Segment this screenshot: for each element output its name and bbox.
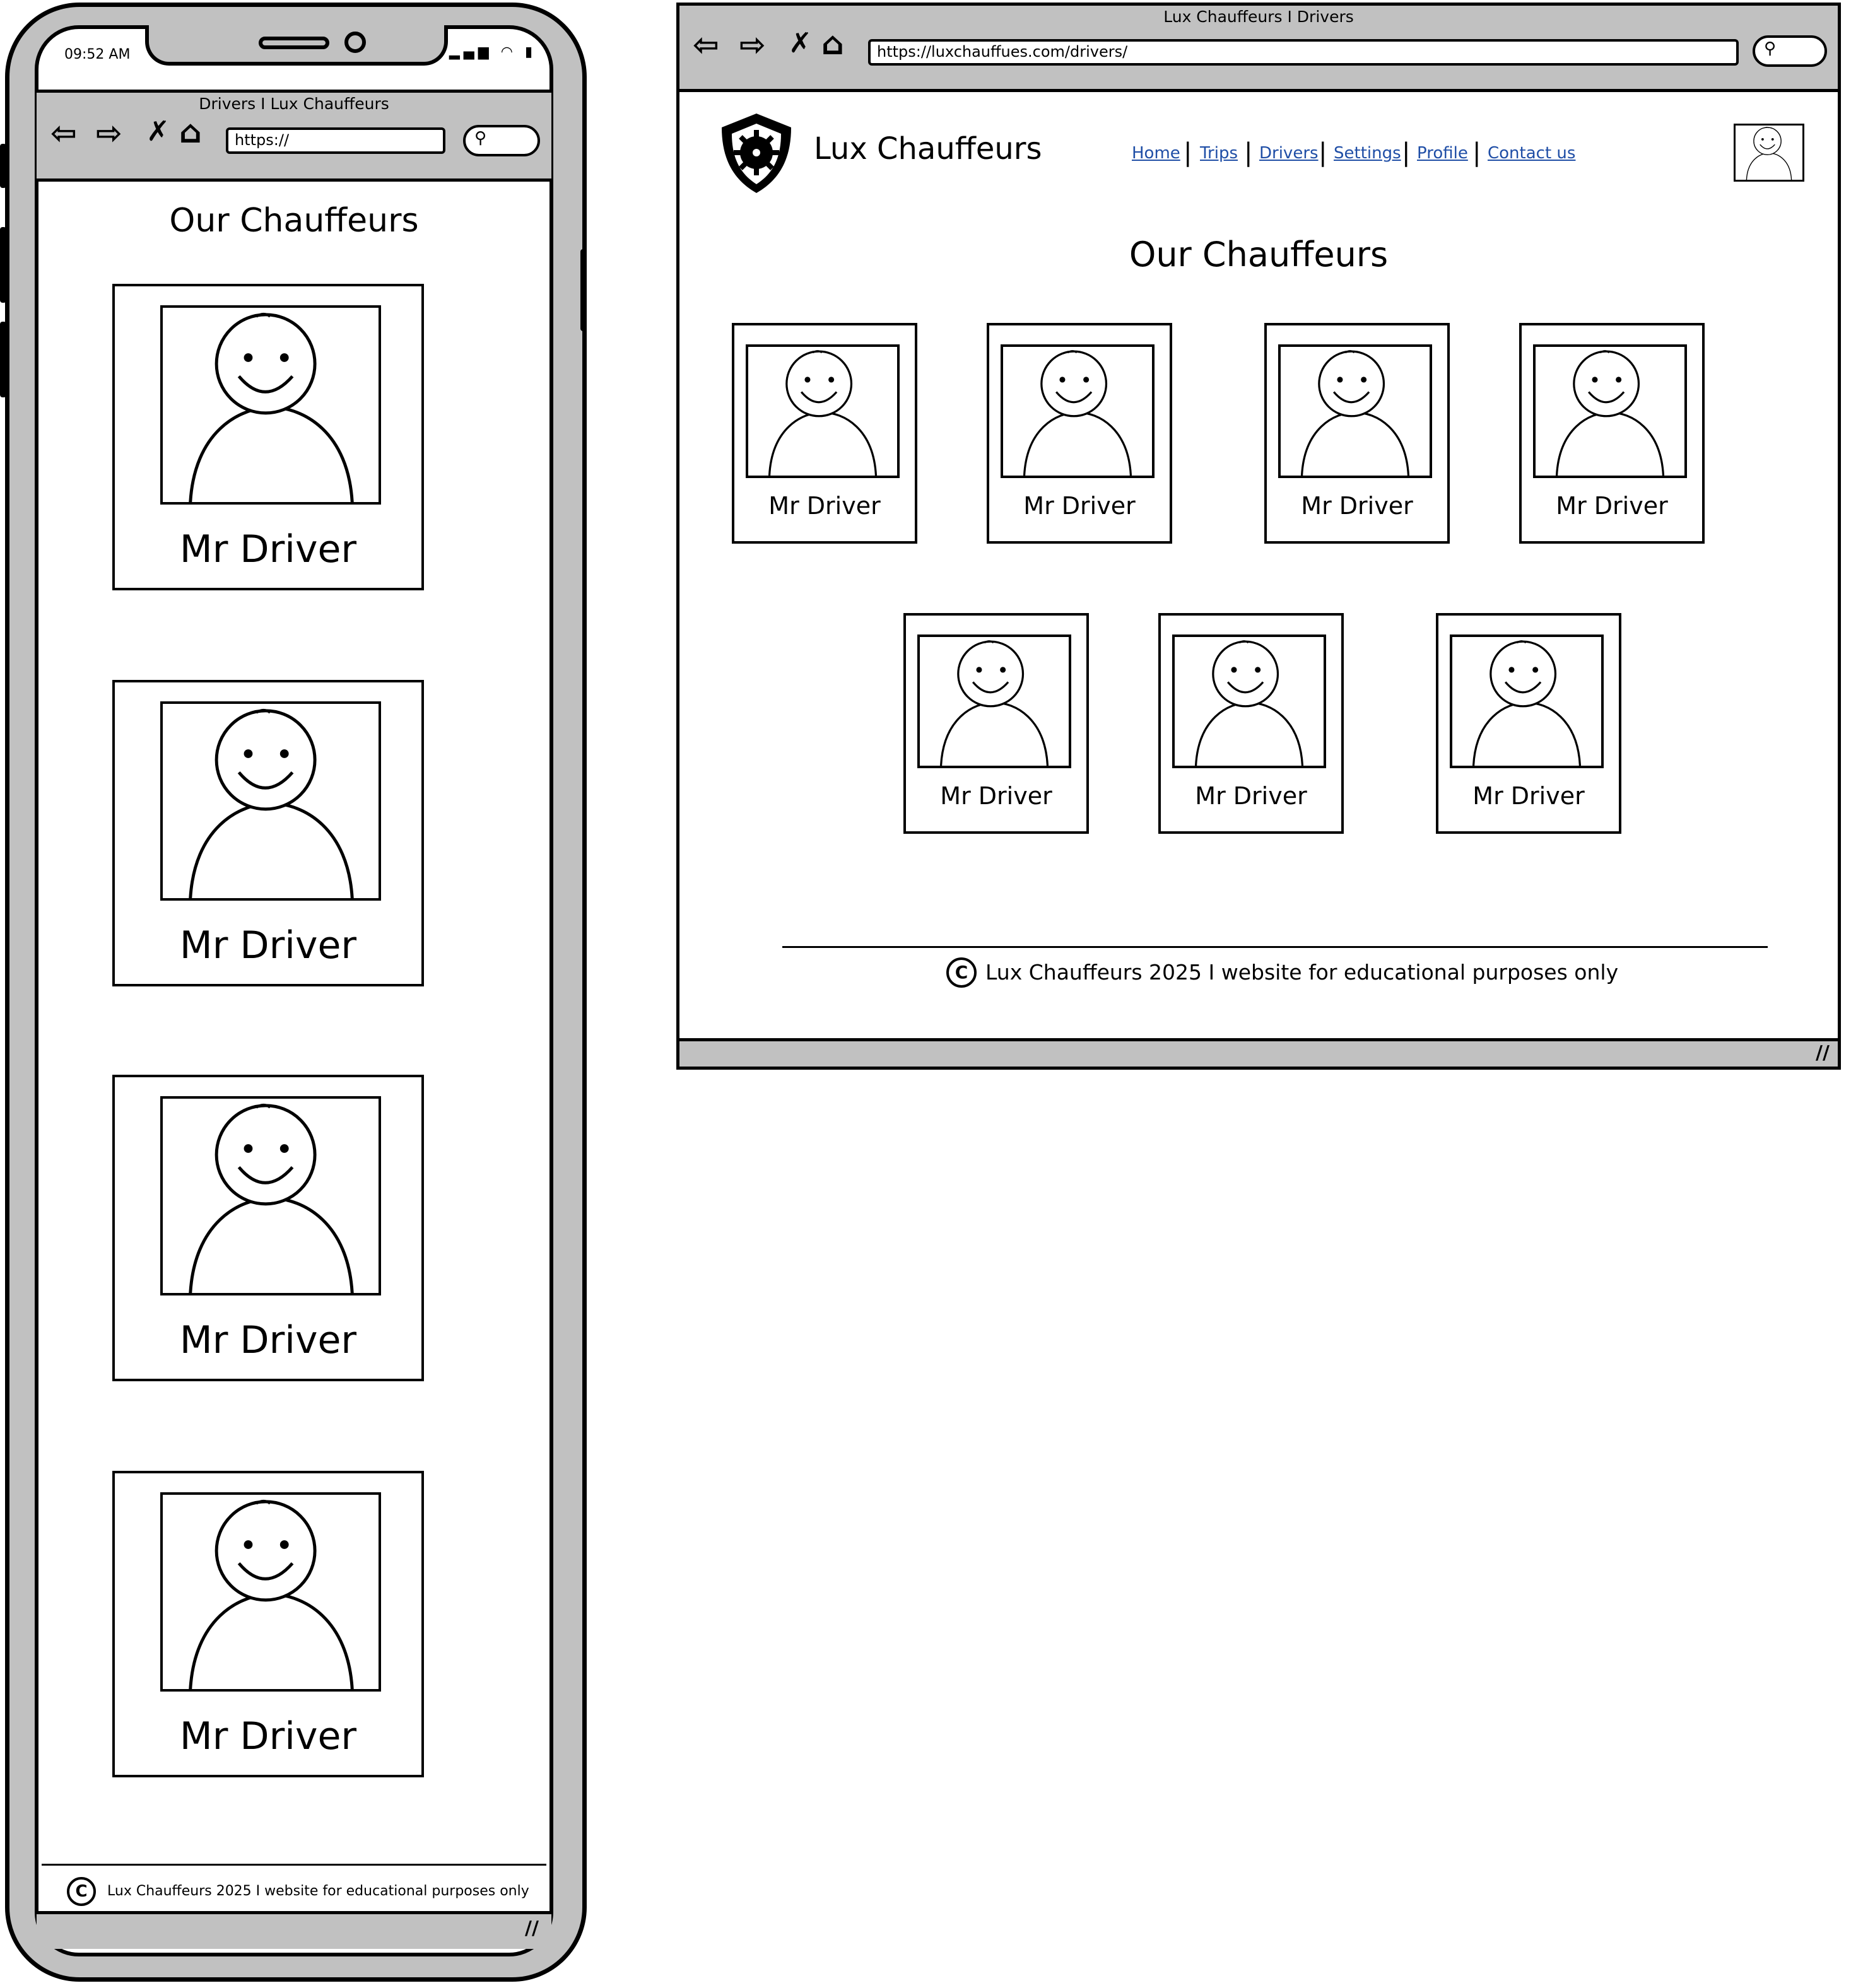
avatar-icon (920, 637, 1069, 766)
nav-separator: | (1402, 138, 1411, 167)
desktop-browser-status-bar (676, 1038, 1841, 1070)
nav-link-settings[interactable]: Settings (1334, 144, 1401, 163)
driver-name: Mr Driver (1195, 782, 1307, 810)
stop-icon[interactable]: ✗ (146, 116, 170, 148)
resize-grip-icon[interactable]: ∕∕ (525, 1917, 539, 1939)
footer-divider (782, 946, 1768, 948)
driver-photo (160, 1492, 381, 1692)
nav-separator: | (1184, 138, 1192, 167)
home-icon[interactable]: ⌂ (821, 28, 844, 59)
driver-photo (1172, 634, 1326, 768)
driver-card[interactable]: Mr Driver (112, 1075, 424, 1381)
driver-name: Mr Driver (179, 1714, 357, 1758)
driver-card[interactable]: Mr Driver (112, 284, 424, 590)
driver-card[interactable]: Mr Driver (1158, 613, 1344, 834)
nav-separator: | (1319, 138, 1327, 167)
driver-card[interactable]: Mr Driver (732, 323, 917, 544)
phone-speaker (259, 37, 329, 49)
driver-name: Mr Driver (179, 923, 357, 968)
status-bar-icons: ▂▄▆ ◠ ▮ (449, 44, 537, 60)
nav-link-home[interactable]: Home (1132, 144, 1180, 163)
driver-card[interactable]: Mr Driver (112, 1471, 424, 1777)
avatar-icon (163, 308, 380, 503)
driver-card[interactable]: Mr Driver (903, 613, 1089, 834)
driver-name: Mr Driver (1556, 492, 1668, 520)
home-icon[interactable]: ⌂ (179, 116, 202, 148)
driver-name: Mr Driver (1023, 492, 1136, 520)
avatar-icon (1452, 637, 1601, 766)
driver-name: Mr Driver (768, 492, 881, 520)
driver-card[interactable]: Mr Driver (1519, 323, 1705, 544)
avatar-icon (1175, 637, 1324, 766)
resize-grip-icon[interactable]: ∕∕ (1816, 1042, 1830, 1064)
phone-mute-switch (0, 144, 6, 188)
driver-name: Mr Driver (1301, 492, 1413, 520)
search-icon: ⚲ (474, 129, 487, 148)
forward-arrow-icon[interactable]: ⇨ (96, 117, 122, 149)
user-avatar[interactable] (1734, 124, 1804, 182)
driver-photo (160, 701, 381, 901)
nav-link-trips[interactable]: Trips (1200, 144, 1238, 163)
driver-photo (160, 305, 381, 505)
avatar-icon (163, 1099, 380, 1294)
driver-photo (1533, 344, 1687, 478)
avatar-icon (163, 704, 380, 899)
mobile-browser-status-bar (37, 1911, 551, 1949)
driver-name: Mr Driver (179, 1318, 357, 1362)
driver-name: Mr Driver (1472, 782, 1585, 810)
avatar-icon (1281, 347, 1430, 476)
driver-photo (1001, 344, 1155, 478)
nav-link-contact-us[interactable]: Contact us (1488, 144, 1575, 163)
search-icon: ⚲ (1764, 39, 1777, 58)
avatar-icon (1003, 347, 1152, 476)
back-arrow-icon[interactable]: ⇦ (693, 29, 719, 61)
mobile-address-bar[interactable]: https:// (226, 127, 445, 154)
driver-photo (1278, 344, 1432, 478)
phone-power-button (580, 249, 587, 331)
desktop-search-box[interactable]: ⚲ (1753, 35, 1827, 67)
avatar-icon (163, 1495, 380, 1690)
mobile-browser-tab-title: Drivers I Lux Chauffeurs (199, 95, 389, 113)
driver-name: Mr Driver (179, 527, 357, 571)
mobile-page-title: Our Chauffeurs (169, 202, 419, 240)
driver-name: Mr Driver (940, 782, 1052, 810)
driver-photo (746, 344, 900, 478)
avatar-icon (748, 347, 897, 476)
stop-icon[interactable]: ✗ (789, 28, 812, 59)
driver-card[interactable]: Mr Driver (1264, 323, 1450, 544)
footer-divider (42, 1864, 546, 1866)
driver-photo (917, 634, 1071, 768)
avatar-icon (1536, 347, 1684, 476)
driver-card[interactable]: Mr Driver (987, 323, 1172, 544)
phone-volume-up-button (0, 227, 6, 303)
copyright-icon: C (946, 957, 977, 988)
back-arrow-icon[interactable]: ⇦ (50, 117, 77, 149)
desktop-page-title: Our Chauffeurs (1129, 235, 1389, 274)
footer-text: Lux Chauffeurs 2025 I website for educat… (985, 960, 1619, 985)
desktop-address-bar[interactable]: https://luxchauffues.com/drivers/ (868, 39, 1739, 66)
mobile-search-box[interactable]: ⚲ (463, 125, 540, 156)
driver-photo (1450, 634, 1604, 768)
nav-separator: | (1244, 138, 1253, 167)
driver-card[interactable]: Mr Driver (112, 680, 424, 986)
driver-photo (160, 1096, 381, 1295)
desktop-browser-tab-title: Lux Chauffeurs I Drivers (1163, 8, 1354, 26)
shield-logo-icon[interactable] (715, 110, 797, 198)
nav-link-drivers[interactable]: Drivers (1259, 144, 1319, 163)
brand-name[interactable]: Lux Chauffeurs (814, 131, 1042, 167)
copyright-icon: C (67, 1877, 96, 1906)
nav-separator: | (1472, 138, 1481, 167)
phone-volume-down-button (0, 322, 6, 397)
phone-camera (344, 32, 366, 53)
status-bar-time: 09:52 AM (64, 47, 131, 62)
forward-arrow-icon[interactable]: ⇨ (739, 29, 766, 61)
nav-link-profile[interactable]: Profile (1417, 144, 1468, 163)
avatar-icon (1736, 126, 1802, 180)
driver-card[interactable]: Mr Driver (1436, 613, 1621, 834)
footer-text: Lux Chauffeurs 2025 I website for educat… (107, 1883, 529, 1899)
